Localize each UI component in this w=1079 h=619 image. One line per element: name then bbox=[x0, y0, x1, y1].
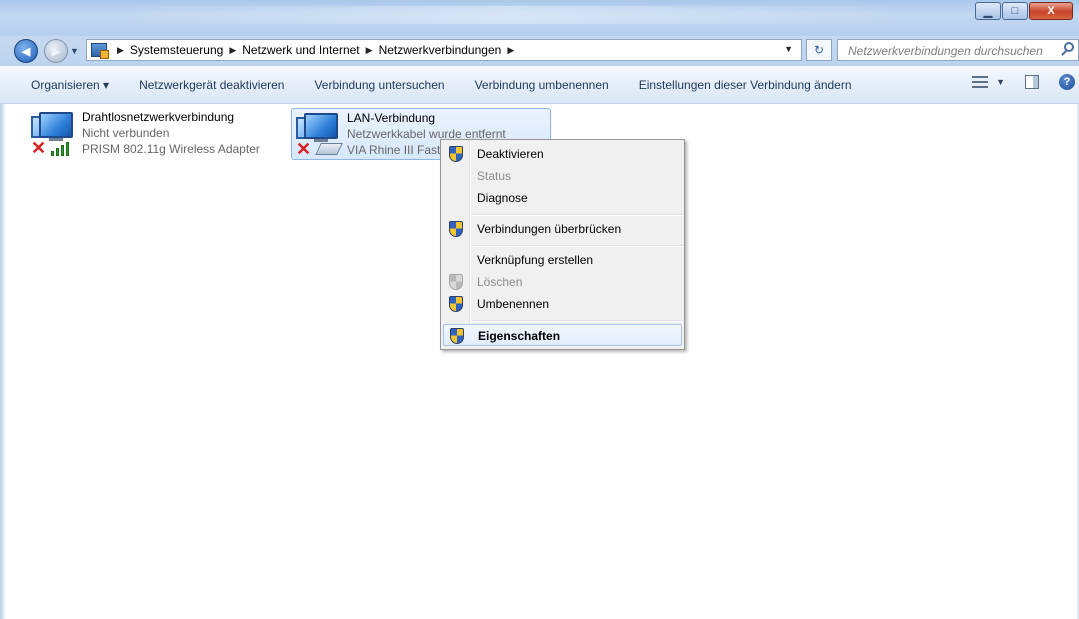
preview-pane-icon[interactable] bbox=[1025, 75, 1039, 89]
refresh-button[interactable]: ↻ bbox=[806, 39, 832, 61]
red-x-icon: ✕ bbox=[31, 138, 47, 158]
menu-item-verbindungen-ueberbruecken[interactable]: Verbindungen überbrücken bbox=[443, 218, 682, 240]
address-dropdown-icon[interactable]: ▼ bbox=[784, 44, 793, 54]
window-controls: ▁ □ X bbox=[974, 2, 1073, 20]
forward-arrow-icon: ▶ bbox=[51, 45, 61, 58]
monitor-icon bbox=[39, 112, 73, 138]
uac-shield-icon bbox=[449, 296, 463, 312]
red-x-icon: ✕ bbox=[296, 139, 312, 159]
forward-button[interactable]: ▶ bbox=[44, 39, 68, 63]
menu-item-deaktivieren[interactable]: Deaktivieren bbox=[443, 143, 682, 165]
toolbar-right-controls: ▼ ? bbox=[972, 74, 1079, 90]
search-input[interactable] bbox=[846, 41, 1050, 61]
monitor-stand-icon bbox=[314, 139, 328, 142]
menu-item-loeschen[interactable]: Löschen bbox=[443, 271, 682, 293]
connection-item-wireless[interactable]: ✕ Drahtlosnetzwerkverbindung Nicht verbu… bbox=[27, 108, 267, 160]
uac-shield-icon bbox=[449, 146, 463, 162]
network-connection-icon: ✕ bbox=[296, 111, 344, 159]
uac-shield-icon bbox=[449, 274, 463, 290]
organize-menu-button[interactable]: Organisieren ▾ bbox=[0, 78, 124, 92]
menu-item-verknuepfung-erstellen[interactable]: Verknüpfung erstellen bbox=[443, 249, 682, 271]
breadcrumb-separator-icon[interactable]: ▶ bbox=[117, 45, 124, 56]
help-icon[interactable]: ? bbox=[1059, 74, 1075, 90]
connection-text: Drahtlosnetzwerkverbindung Nicht verbund… bbox=[82, 109, 260, 157]
menu-item-label: Löschen bbox=[477, 275, 523, 289]
address-row: ◀ ▶ ▼ ▶ Systemsteuerung ▶ Netzwerk und I… bbox=[0, 36, 1079, 66]
menu-item-umbenennen[interactable]: Umbenennen bbox=[443, 293, 682, 315]
breadcrumb-systemsteuerung[interactable]: Systemsteuerung bbox=[130, 43, 223, 57]
connection-status: Nicht verbunden bbox=[82, 126, 170, 140]
context-menu: Deaktivieren Status Diagnose Verbindunge… bbox=[440, 139, 685, 350]
breadcrumb-netzwerkverbindungen[interactable]: Netzwerkverbindungen bbox=[379, 43, 502, 57]
menu-item-label: Eigenschaften bbox=[478, 329, 561, 343]
monitor-icon bbox=[304, 113, 338, 139]
search-box[interactable] bbox=[837, 39, 1079, 61]
window-title-bar: ▁ □ X bbox=[0, 0, 1079, 36]
breadcrumb: ▶ Systemsteuerung ▶ Netzwerk und Interne… bbox=[111, 43, 520, 57]
control-panel-icon bbox=[91, 43, 109, 59]
title-bar-glass bbox=[120, 6, 900, 24]
menu-separator bbox=[471, 214, 683, 216]
wireless-signal-icon bbox=[51, 140, 75, 156]
disable-device-button[interactable]: Netzwerkgerät deaktivieren bbox=[124, 78, 299, 92]
navigation-pane-edge bbox=[0, 104, 6, 619]
command-bar: Organisieren ▾ Netzwerkgerät deaktiviere… bbox=[0, 66, 1079, 104]
breadcrumb-separator-icon[interactable]: ▶ bbox=[366, 45, 373, 56]
search-icon[interactable] bbox=[1064, 42, 1074, 52]
network-cable-icon bbox=[315, 143, 343, 155]
uac-shield-icon bbox=[450, 328, 464, 344]
close-button[interactable]: X bbox=[1029, 2, 1073, 20]
menu-item-label: Diagnose bbox=[477, 191, 528, 205]
breadcrumb-netzwerk-und-internet[interactable]: Netzwerk und Internet bbox=[242, 43, 359, 57]
menu-item-label: Verknüpfung erstellen bbox=[477, 253, 594, 267]
menu-item-label: Deaktivieren bbox=[477, 147, 544, 161]
change-settings-button[interactable]: Einstellungen dieser Verbindung ändern bbox=[624, 78, 867, 92]
recent-pages-dropdown[interactable]: ▼ bbox=[70, 46, 79, 56]
menu-item-label: Umbenennen bbox=[477, 297, 550, 311]
view-options-icon[interactable] bbox=[972, 75, 989, 89]
back-button[interactable]: ◀ bbox=[14, 39, 38, 63]
menu-separator bbox=[471, 320, 683, 322]
breadcrumb-separator-icon[interactable]: ▶ bbox=[229, 45, 236, 56]
breadcrumb-separator-icon[interactable]: ▶ bbox=[507, 45, 514, 56]
address-bar[interactable]: ▶ Systemsteuerung ▶ Netzwerk und Interne… bbox=[86, 39, 802, 61]
connection-name: Drahtlosnetzwerkverbindung bbox=[82, 110, 235, 124]
diagnose-connection-button[interactable]: Verbindung untersuchen bbox=[299, 78, 459, 92]
uac-shield-icon bbox=[449, 221, 463, 237]
back-arrow-icon: ◀ bbox=[21, 45, 31, 58]
network-connection-icon: ✕ bbox=[31, 110, 79, 158]
menu-item-status[interactable]: Status bbox=[443, 165, 682, 187]
menu-item-eigenschaften[interactable]: Eigenschaften bbox=[443, 324, 682, 346]
minimize-button[interactable]: ▁ bbox=[975, 2, 1001, 20]
view-dropdown-icon[interactable]: ▼ bbox=[996, 77, 1005, 87]
maximize-button[interactable]: □ bbox=[1002, 2, 1028, 20]
menu-separator bbox=[471, 245, 683, 247]
menu-item-diagnose[interactable]: Diagnose bbox=[443, 187, 682, 209]
rename-connection-button[interactable]: Verbindung umbenennen bbox=[460, 78, 624, 92]
menu-item-label: Status bbox=[477, 169, 512, 183]
refresh-icon: ↻ bbox=[813, 43, 825, 57]
menu-item-label: Verbindungen überbrücken bbox=[477, 222, 622, 236]
connection-adapter: PRISM 802.11g Wireless Adapter bbox=[82, 142, 260, 156]
connection-name: LAN-Verbindung bbox=[347, 111, 436, 125]
